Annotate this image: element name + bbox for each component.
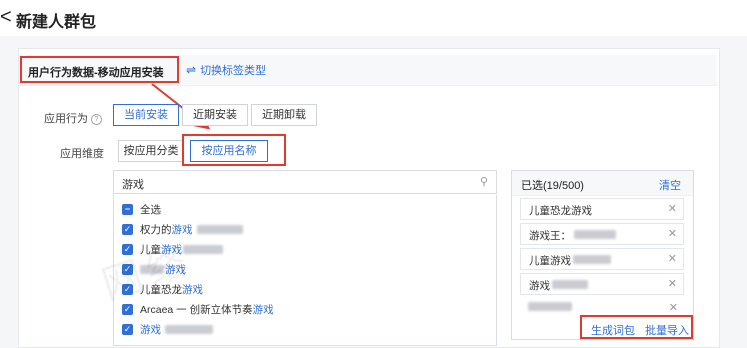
checkbox-indeterminate-icon[interactable]: −: [122, 203, 133, 215]
batch-import-link[interactable]: 批量导入: [645, 322, 689, 338]
behavior-option-recent-uninstall[interactable]: 近期卸载: [251, 104, 317, 126]
remove-icon[interactable]: ✕: [668, 277, 677, 290]
selected-item: 游戏王： ✕: [520, 223, 684, 245]
redacted-text: [552, 280, 588, 289]
remove-icon[interactable]: ✕: [669, 301, 678, 314]
search-value: 游戏: [122, 179, 144, 191]
search-input[interactable]: 游戏 ⚲: [113, 170, 497, 194]
remove-icon[interactable]: ✕: [668, 227, 677, 240]
dimension-option-category[interactable]: 按应用分类: [118, 140, 184, 162]
checkbox-checked-icon[interactable]: ✓: [122, 223, 133, 235]
dimension-option-name[interactable]: 按应用名称: [190, 140, 268, 162]
help-icon[interactable]: ?: [91, 114, 102, 125]
behavior-option-recent-install[interactable]: 近期安装: [182, 104, 248, 126]
selected-item: 儿童游戏 ✕: [520, 248, 684, 270]
app-behavior-label: 应用行为?: [44, 110, 102, 126]
action-links-highlight: 生成词包 批量导入: [580, 315, 693, 339]
selected-item: 儿童恐龙游戏 ✕: [520, 198, 684, 220]
item-keyword: 游戏: [140, 323, 161, 336]
redacted-text: [165, 324, 213, 334]
generate-wordpack-link[interactable]: 生成词包: [591, 322, 635, 338]
selected-panel-header: 已选(19/500) 清空: [512, 171, 693, 196]
behavior-option-current[interactable]: 当前安装: [113, 104, 179, 126]
selected-count: 已选(19/500): [521, 180, 584, 192]
item-keyword: 游戏: [252, 303, 274, 316]
redacted-text: [573, 255, 611, 264]
app-dimension-label: 应用维度: [60, 148, 104, 160]
selected-item: 游戏 ✕: [520, 273, 684, 295]
select-all-item[interactable]: − 全选: [122, 201, 161, 217]
redacted-text: [528, 302, 572, 311]
list-item[interactable]: ✓ Arcaea 一 创新立体节奏 游戏: [122, 301, 274, 317]
remove-icon[interactable]: ✕: [668, 252, 677, 265]
item-text: Arcaea 一 创新立体节奏: [140, 303, 253, 316]
list-item[interactable]: ✓ 游戏: [122, 321, 213, 337]
select-all-label: 全选: [140, 203, 161, 216]
redacted-text: [196, 224, 243, 234]
remove-icon[interactable]: ✕: [668, 202, 677, 215]
search-icon[interactable]: ⚲: [480, 175, 488, 188]
clear-button[interactable]: 清空: [659, 177, 681, 193]
redacted-text: [574, 230, 616, 239]
checkbox-checked-icon[interactable]: ✓: [122, 323, 133, 335]
